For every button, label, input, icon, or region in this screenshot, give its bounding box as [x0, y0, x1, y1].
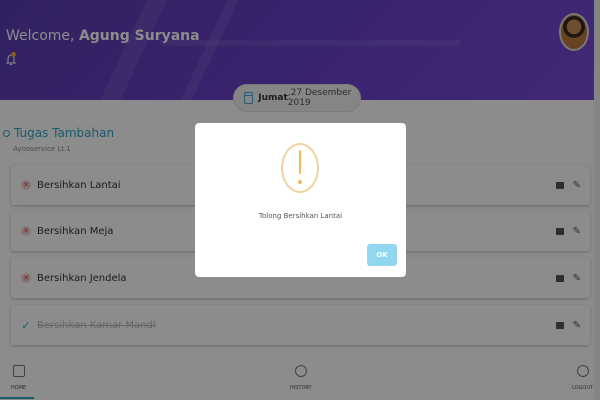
alert-dialog: Tolong Bersihkan Lantai OK — [195, 123, 406, 277]
alert-icon-dot — [298, 180, 302, 184]
alert-icon-bar — [299, 150, 301, 174]
ok-button[interactable]: OK — [367, 244, 397, 266]
alert-message: Tolong Bersihkan Lantai — [258, 212, 343, 220]
